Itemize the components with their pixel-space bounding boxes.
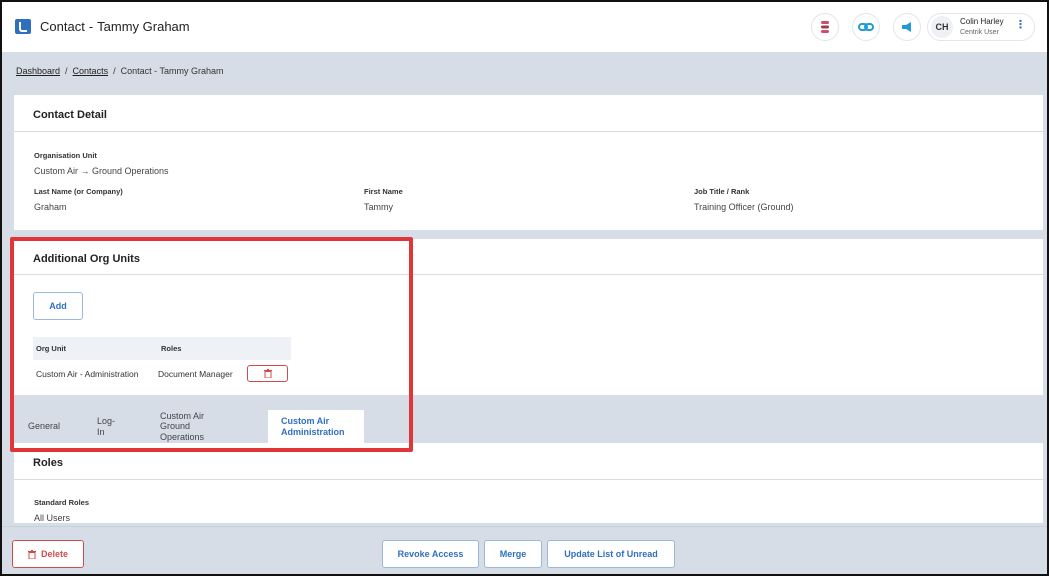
last-name-label: Last Name (or Company) [34, 187, 123, 196]
additional-org-units-panel: Additional Org Units Add Org Unit Roles … [14, 239, 1043, 395]
standard-roles-value: All Users [34, 513, 71, 523]
stack-icon [821, 21, 829, 33]
tab-label-line2: Ground Operations [160, 421, 205, 442]
additional-org-units-title: Additional Org Units [33, 253, 140, 265]
tab-custom-air-administration[interactable]: Custom Air Administration [268, 410, 364, 443]
breadcrumb-current: Contact - Tammy Graham [120, 66, 224, 76]
page-title-name: Tammy Graham [97, 19, 190, 34]
footer-bar: Delete Revoke Access Merge Update List o… [2, 526, 1047, 574]
tab-label-line1: Custom Air [160, 410, 205, 421]
tab-label: Log-In [97, 416, 116, 437]
merge-button[interactable]: Merge [484, 540, 542, 568]
tab-label-line2: Administration [281, 426, 345, 437]
link-button[interactable] [852, 13, 880, 41]
first-name-label: First Name [364, 187, 403, 196]
user-menu[interactable]: CH Colin Harley Centrik User ⋮ [927, 13, 1035, 41]
breadcrumb-contacts[interactable]: Contacts [73, 66, 109, 76]
breadcrumb-separator: / [65, 66, 68, 76]
roles-panel: Roles Standard Roles All Users [14, 443, 1043, 523]
remove-org-unit-button[interactable] [247, 365, 288, 382]
contact-app-icon [15, 19, 31, 34]
breadcrumb: Dashboard / Contacts / Contact - Tammy Graha… [16, 66, 223, 76]
stack-button[interactable] [811, 13, 839, 41]
link-icon [858, 23, 874, 31]
column-roles: Roles [161, 344, 182, 353]
row-roles: Document Manager [158, 369, 233, 379]
page-title-separator: - [88, 19, 94, 34]
roles-title: Roles [33, 457, 63, 469]
divider [14, 479, 1043, 480]
trash-icon [263, 369, 272, 378]
top-bar: Contact - Tammy Graham CH Colin Harley Cen… [2, 2, 1047, 52]
column-org-unit: Org Unit [36, 344, 66, 353]
delete-button[interactable]: Delete [12, 540, 84, 568]
job-title-label: Job Title / Rank [694, 187, 750, 196]
table-row: Custom Air - Administration Document Man… [33, 363, 291, 385]
breadcrumb-dashboard[interactable]: Dashboard [16, 66, 60, 76]
delete-label: Delete [40, 549, 68, 559]
tab-general[interactable]: General [28, 410, 60, 443]
tab-custom-air-ground-operations[interactable]: Custom Air Ground Operations [160, 410, 204, 443]
kebab-menu-icon[interactable]: ⋮ [1015, 20, 1026, 31]
megaphone-icon [902, 22, 911, 32]
trash-icon [27, 549, 36, 559]
revoke-access-button[interactable]: Revoke Access [382, 540, 479, 568]
user-role: Centrik User [960, 29, 999, 36]
last-name-value: Graham [34, 202, 67, 212]
tab-log-in[interactable]: Log-In [97, 410, 115, 443]
first-name-value: Tammy [364, 202, 393, 212]
avatar: CH [931, 16, 953, 38]
page-title-entity: Contact [40, 19, 85, 34]
contact-detail-title: Contact Detail [33, 109, 107, 121]
org-unit-value: Custom Air → Ground Operations [34, 166, 169, 176]
user-name: Colin Harley [960, 17, 1004, 26]
add-org-unit-button[interactable]: Add [33, 292, 83, 320]
org-unit-label: Organisation Unit [34, 151, 97, 160]
job-title-value: Training Officer (Ground) [694, 202, 794, 212]
contact-detail-panel: Contact Detail Organisation Unit Custom … [14, 95, 1043, 230]
row-org-unit: Custom Air - Administration [36, 369, 139, 379]
tab-label: General [28, 421, 61, 432]
announcement-button[interactable] [893, 13, 921, 41]
tab-label-line1: Custom Air [281, 416, 330, 427]
org-units-table-header: Org Unit Roles [33, 337, 291, 360]
divider [14, 131, 1043, 132]
update-list-of-unread-button[interactable]: Update List of Unread [547, 540, 675, 568]
standard-roles-label: Standard Roles [34, 498, 90, 507]
divider [14, 274, 1043, 275]
breadcrumb-separator: / [113, 66, 116, 76]
page-title: Contact - Tammy Graham [40, 19, 190, 34]
